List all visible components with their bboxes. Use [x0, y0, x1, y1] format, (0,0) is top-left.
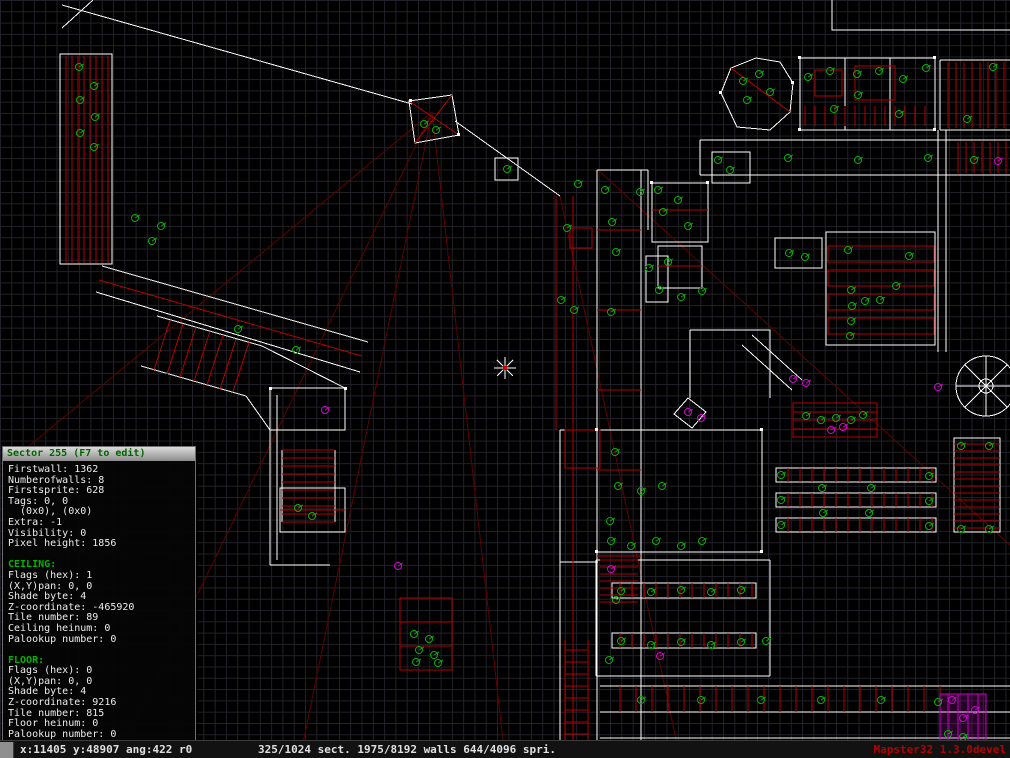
- status-bar: x:11405 y:48907 ang:422 r0 325/1024 sect…: [0, 740, 1010, 758]
- floor-palookup-line: Palookup number: 0: [8, 728, 117, 740]
- sector-info-line-firstwall: Firstwall: 1362: [8, 464, 99, 475]
- status-corner-box: [0, 742, 14, 758]
- red-wall-lines: [65, 56, 1007, 758]
- sector-info-line-pixel-height: Pixel height: 1856: [8, 538, 117, 550]
- ceiling-palookup-line: Palookup number: 0: [8, 633, 117, 645]
- map-counts-readout: 325/1024 sect. 1975/8192 walls 644/4096 …: [258, 743, 557, 756]
- white-wall-lines: [59, 0, 1010, 758]
- app-version-label: Mapster32 1.3.0devel: [873, 743, 1006, 756]
- cursor-position-readout: x:11405 y:48907 ang:422 r0: [20, 743, 193, 756]
- map-editor-canvas[interactable]: Sector 255 (F7 to edit) Firstwall: 1362 …: [0, 0, 1010, 758]
- sector-panel-title: Sector 255 (F7 to edit): [3, 447, 195, 461]
- ceiling-flags-line: Flags (hex): 1: [8, 569, 93, 581]
- sector-panel-body: Firstwall: 1362 Numberofwalls: 8 Firstsp…: [3, 461, 195, 746]
- crosshair-cursor: [494, 357, 516, 379]
- green-sprites-layer: [75, 63, 999, 741]
- ceiling-heinum-line: Ceiling heinum: 0: [8, 622, 111, 634]
- sector-info-line-extra: Extra: -1: [8, 516, 63, 528]
- sector-info-panel: Sector 255 (F7 to edit) Firstwall: 1362 …: [2, 446, 196, 748]
